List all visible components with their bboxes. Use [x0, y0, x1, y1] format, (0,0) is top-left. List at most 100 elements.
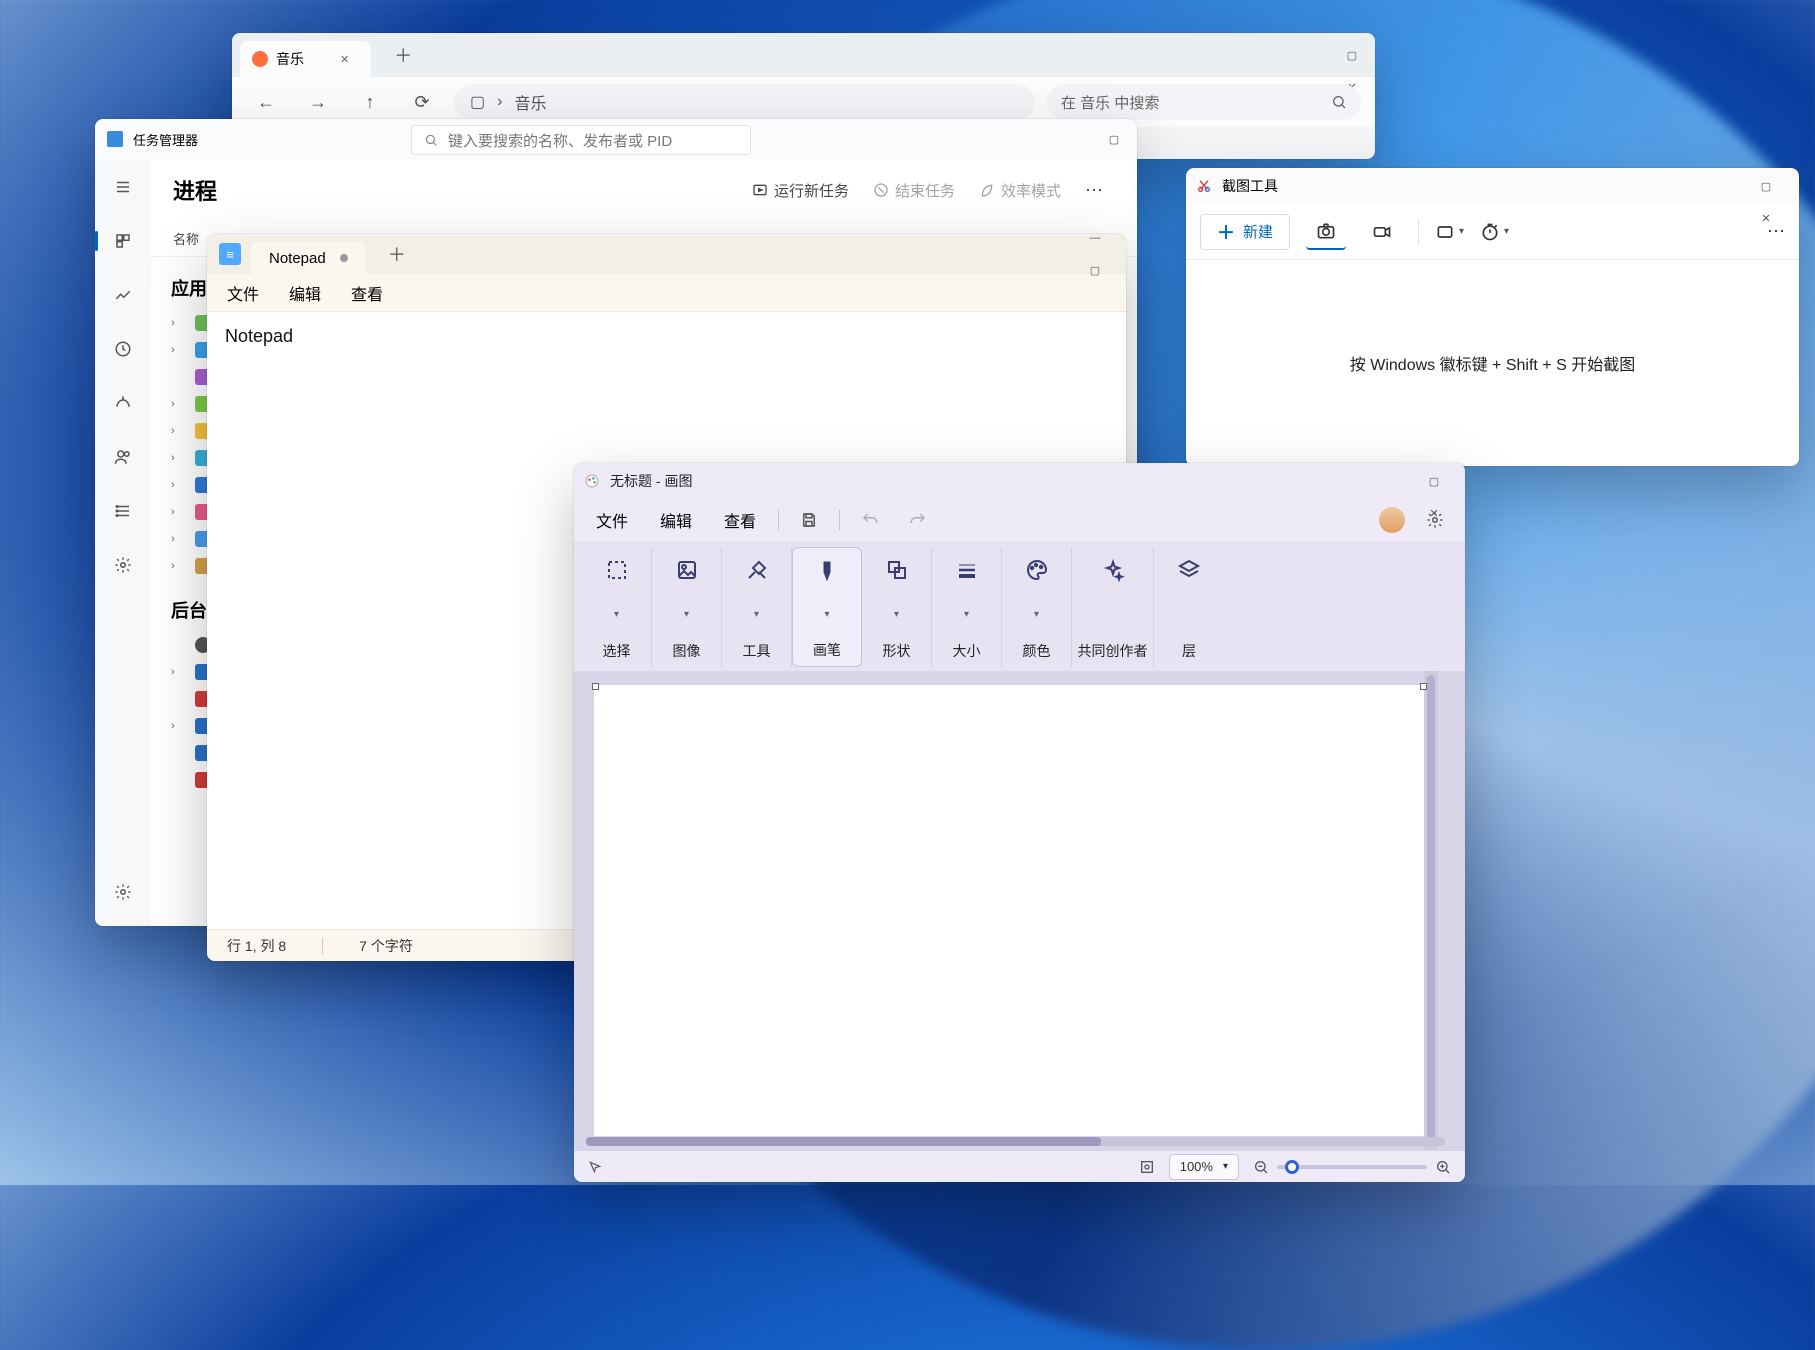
menu-edit[interactable]: 编辑	[650, 502, 702, 538]
save-button[interactable]	[791, 502, 827, 538]
ribbon-group-layer[interactable]: 层	[1154, 547, 1224, 667]
minimize-button[interactable]: —	[1072, 234, 1118, 254]
tab-label: 音乐	[276, 49, 304, 69]
run-icon	[752, 182, 768, 198]
menu-file[interactable]: 文件	[227, 281, 259, 305]
leaf-icon	[979, 182, 995, 198]
ribbon-group-tools[interactable]: ▾ 工具	[722, 547, 792, 667]
sidebar-item-users[interactable]	[103, 439, 143, 475]
resize-handle[interactable]	[1420, 683, 1427, 690]
zoom-dropdown[interactable]: 100% ▾	[1169, 1154, 1239, 1180]
sidebar-item-history[interactable]	[103, 331, 143, 367]
new-tab-button[interactable]: ＋	[387, 39, 419, 71]
more-button[interactable]: ⋯	[1073, 174, 1115, 207]
search-placeholder: 在 音乐 中搜索	[1061, 92, 1159, 113]
settings-button[interactable]	[1417, 502, 1453, 538]
snip-delay-dropdown[interactable]: ▾	[1480, 222, 1509, 242]
device-icon: ▢	[470, 92, 485, 112]
chevron-down-icon[interactable]: ▾	[1034, 609, 1039, 620]
stop-icon	[873, 182, 889, 198]
search-placeholder: 键入要搜索的名称、发布者或 PID	[448, 130, 672, 151]
sidebar-item-services[interactable]	[103, 547, 143, 583]
redo-button[interactable]	[900, 502, 936, 538]
undo-button[interactable]	[852, 502, 888, 538]
ribbon-group-cocreate[interactable]: 共同创作者	[1072, 547, 1154, 667]
close-tab-icon[interactable]: ✕	[340, 53, 349, 66]
select-icon	[602, 555, 632, 585]
image-icon	[672, 555, 702, 585]
maximize-button[interactable]: ▢	[1411, 465, 1457, 497]
window-title: 任务管理器	[133, 130, 198, 149]
chevron-down-icon[interactable]: ▾	[964, 609, 969, 620]
account-avatar[interactable]	[1379, 507, 1405, 533]
plus-icon: ＋	[1217, 219, 1235, 245]
maximize-button[interactable]: ▢	[1743, 170, 1789, 202]
ribbon-group-shape[interactable]: ▾ 形状	[862, 547, 932, 667]
video-mode-button[interactable]	[1362, 214, 1402, 250]
sparkle-icon	[1098, 555, 1128, 585]
maximize-button[interactable]: ▢	[1329, 39, 1375, 71]
paint-window: 无标题 - 画图 — ▢ ✕ 文件 编辑 查看 ▾ 选择 ▾ 图像 ▾	[574, 463, 1465, 1182]
settings-button[interactable]	[105, 874, 141, 910]
tab-music[interactable]: 音乐 ✕	[240, 41, 371, 77]
run-new-task-button[interactable]: 运行新任务	[740, 174, 861, 207]
tools-icon	[742, 555, 772, 585]
search-box[interactable]: 在 音乐 中搜索	[1047, 84, 1361, 120]
ribbon-group-select[interactable]: ▾ 选择	[582, 547, 652, 667]
efficiency-mode-button[interactable]: 效率模式	[967, 174, 1073, 207]
ribbon-group-brush[interactable]: ▾ 画笔	[792, 547, 862, 667]
new-tab-button[interactable]: ＋	[380, 237, 414, 271]
chevron-down-icon[interactable]: ▾	[614, 609, 619, 620]
menu-edit[interactable]: 编辑	[289, 281, 321, 305]
breadcrumb[interactable]: 音乐	[514, 90, 546, 114]
resize-handle[interactable]	[592, 683, 599, 690]
paint-app-icon	[584, 473, 600, 489]
new-snip-button[interactable]: ＋ 新建	[1200, 214, 1290, 250]
palette-icon	[1022, 555, 1052, 585]
nav-forward-icon[interactable]: →	[298, 82, 338, 122]
sidebar-item-startup[interactable]	[103, 385, 143, 421]
zoom-out-button[interactable]	[1253, 1159, 1269, 1175]
tab-label: Notepad	[269, 250, 326, 267]
notepad-app-icon: ≡	[219, 243, 241, 265]
snipping-tool-window: 截图工具 — ▢ ✕ ＋ 新建 ▾ ▾ ⋯ 按 Windows 徽标键 + Sh…	[1186, 168, 1799, 466]
chevron-down-icon[interactable]: ▾	[754, 609, 759, 620]
column-name[interactable]: 名称	[173, 229, 199, 248]
refresh-icon[interactable]: ⟳	[402, 82, 442, 122]
ribbon-group-size[interactable]: ▾ 大小	[932, 547, 1002, 667]
search-icon	[1331, 94, 1347, 110]
notepad-tab[interactable]: Notepad	[251, 242, 366, 274]
sidebar-item-processes[interactable]	[103, 223, 143, 259]
sidebar-item-performance[interactable]	[103, 277, 143, 313]
maximize-button[interactable]: ▢	[1091, 123, 1137, 155]
cursor-tool-icon	[588, 1160, 602, 1174]
nav-up-icon[interactable]: ↑	[350, 82, 390, 122]
horizontal-scrollbar[interactable]	[586, 1137, 1445, 1146]
chevron-down-icon[interactable]: ▾	[684, 609, 689, 620]
fit-screen-button[interactable]	[1139, 1159, 1155, 1175]
search-icon	[424, 133, 438, 147]
more-button[interactable]: ⋯	[1767, 221, 1785, 242]
zoom-in-button[interactable]	[1435, 1159, 1451, 1175]
zoom-slider[interactable]	[1277, 1165, 1427, 1169]
ribbon-group-color[interactable]: ▾ 颜色	[1002, 547, 1072, 667]
ribbon-group-image[interactable]: ▾ 图像	[652, 547, 722, 667]
page-title: 进程	[173, 174, 217, 206]
address-bar[interactable]: ▢ › 音乐	[454, 84, 1035, 120]
menu-view[interactable]: 查看	[714, 502, 766, 538]
menu-file[interactable]: 文件	[586, 502, 638, 538]
vertical-scrollbar[interactable]	[1424, 671, 1438, 1150]
sidebar-item-details[interactable]	[103, 493, 143, 529]
maximize-button[interactable]: ▢	[1072, 254, 1118, 286]
canvas[interactable]	[594, 685, 1424, 1136]
nav-back-icon[interactable]: ←	[246, 82, 286, 122]
hamburger-icon[interactable]	[103, 169, 143, 205]
menu-view[interactable]: 查看	[351, 281, 383, 305]
chevron-down-icon[interactable]: ▾	[824, 609, 829, 620]
chevron-down-icon[interactable]: ▾	[894, 609, 899, 620]
snip-shape-dropdown[interactable]: ▾	[1435, 222, 1464, 242]
search-box[interactable]: 键入要搜索的名称、发布者或 PID	[411, 125, 751, 155]
photo-mode-button[interactable]	[1306, 214, 1346, 250]
end-task-button[interactable]: 结束任务	[861, 174, 967, 207]
document-content: Notepad	[225, 326, 293, 346]
